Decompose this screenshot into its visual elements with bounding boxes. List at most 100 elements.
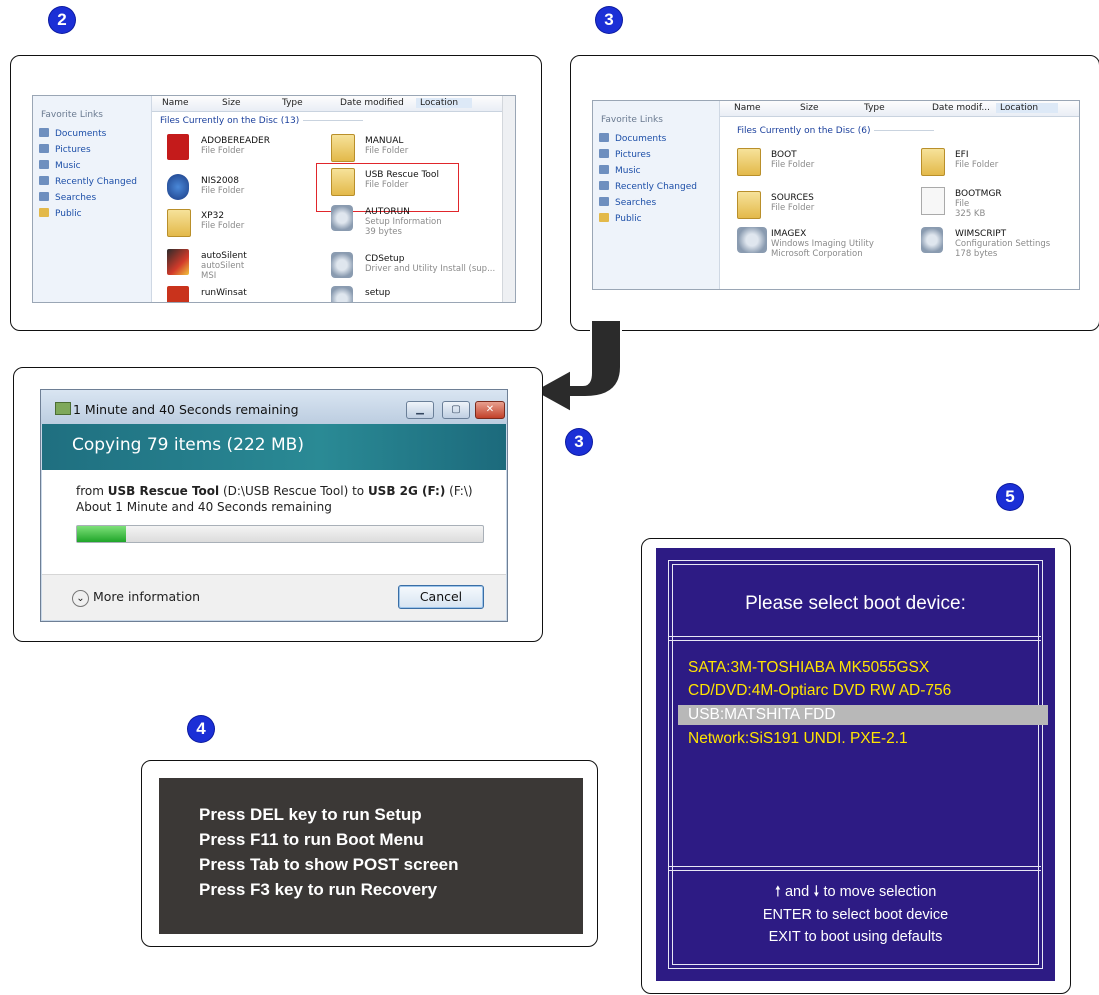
- col-location[interactable]: Location: [996, 103, 1059, 113]
- boot-help-line-3: EXIT to boot using defaults: [768, 929, 943, 945]
- sidebar-link-pictures[interactable]: Pictures: [593, 147, 719, 163]
- favorite-links-heading: Favorite Links: [41, 110, 103, 120]
- m-app-icon: [167, 286, 189, 302]
- step-badge-2: 2: [49, 7, 75, 33]
- post-line: Press F11 to run Boot Menu: [199, 830, 424, 849]
- explorer-sidebar: Favorite Links Documents Pictures Music …: [33, 96, 152, 302]
- folder-icon: [737, 191, 761, 219]
- time-remaining-line: About 1 Minute and 40 Seconds remaining: [76, 500, 332, 514]
- copy-progress-bar: [76, 525, 484, 543]
- step-badge-5: 5: [997, 484, 1023, 510]
- sidebar-link-music[interactable]: Music: [593, 163, 719, 179]
- boot-option-sata[interactable]: SATA:3M-TOSHIABA MK5055GSX: [678, 658, 1048, 678]
- music-icon: [39, 160, 49, 169]
- post-screen: Press DEL key to run Setup Press F11 to …: [159, 778, 583, 934]
- folder-icon: [331, 134, 355, 162]
- col-date-modified[interactable]: Date modif...: [932, 103, 990, 113]
- folder-icon: [921, 148, 945, 176]
- pictures-icon: [599, 149, 609, 158]
- post-line: Press F3 key to run Recovery: [199, 880, 438, 899]
- maximize-button[interactable]: ▢: [442, 401, 470, 419]
- col-name[interactable]: Name: [162, 98, 189, 108]
- documents-icon: [39, 128, 49, 137]
- up-arrow-icon: 🠕: [774, 884, 781, 900]
- config-settings-icon: [921, 227, 943, 253]
- sidebar-link-recently-changed[interactable]: Recently Changed: [593, 179, 719, 195]
- pictures-icon: [39, 144, 49, 153]
- boot-divider-top: [668, 636, 1041, 641]
- file-icon: [921, 187, 945, 215]
- step-badge-3: 3: [596, 7, 622, 33]
- copying-heading: Copying 79 items (222 MB): [72, 435, 304, 455]
- sidebar-link-pictures[interactable]: Pictures: [33, 142, 151, 158]
- step-badge-4: 4: [188, 716, 214, 742]
- post-line: Press DEL key to run Setup: [199, 805, 422, 824]
- documents-icon: [599, 133, 609, 142]
- norton-folder-icon: [167, 174, 189, 200]
- sidebar-link-documents[interactable]: Documents: [33, 126, 151, 142]
- sidebar-link-searches[interactable]: Searches: [33, 190, 151, 206]
- post-line: Press Tab to show POST screen: [199, 855, 459, 874]
- column-header: Name Size Type Date modified Location: [152, 96, 515, 112]
- col-type[interactable]: Type: [864, 103, 885, 113]
- folder-icon: [167, 209, 191, 237]
- col-size[interactable]: Size: [800, 103, 818, 113]
- cancel-button[interactable]: Cancel: [398, 585, 484, 609]
- search-icon: [599, 197, 609, 206]
- chevron-down-icon: ⌄: [72, 590, 89, 607]
- group-header: Files Currently on the Disc (6): [737, 126, 934, 136]
- column-header: Name Size Type Date modif... Location: [720, 101, 1079, 117]
- col-type[interactable]: Type: [282, 98, 303, 108]
- installer-icon: [331, 252, 353, 278]
- boot-menu-screen: Please select boot device: SATA:3M-TOSHI…: [656, 548, 1055, 981]
- close-button[interactable]: ✕: [475, 401, 505, 419]
- copy-progress-dialog: 1 Minute and 40 Seconds remaining ▁ ▢ ✕ …: [40, 389, 508, 622]
- explorer-sidebar: Favorite Links Documents Pictures Music …: [593, 101, 720, 289]
- dialog-title: 1 Minute and 40 Seconds remaining: [73, 402, 299, 417]
- more-information-toggle[interactable]: ⌄ More information: [72, 589, 200, 607]
- col-name[interactable]: Name: [734, 103, 761, 113]
- public-folder-icon: [39, 208, 49, 217]
- sidebar-link-documents[interactable]: Documents: [593, 131, 719, 147]
- pdf-folder-icon: [167, 134, 189, 160]
- progress-fill: [77, 526, 126, 542]
- copy-from-to-line: from USB Rescue Tool (D:\USB Rescue Tool…: [76, 484, 473, 498]
- imaging-utility-icon: [737, 227, 767, 253]
- explorer-window-usb: Favorite Links Documents Pictures Music …: [592, 100, 1080, 290]
- dialog-body: from USB Rescue Tool (D:\USB Rescue Tool…: [42, 470, 506, 574]
- sidebar-link-music[interactable]: Music: [33, 158, 151, 174]
- col-size[interactable]: Size: [222, 98, 240, 108]
- down-arrow-icon: 🠗: [813, 884, 820, 900]
- boot-menu-title: Please select boot device:: [745, 593, 966, 614]
- group-header: Files Currently on the Disc (13): [160, 116, 363, 126]
- vertical-scrollbar[interactable]: [502, 96, 515, 302]
- msi-icon: [167, 249, 189, 275]
- sidebar-link-public[interactable]: Public: [33, 206, 151, 222]
- music-icon: [599, 165, 609, 174]
- setup-info-icon: [331, 205, 353, 231]
- step-badge-3: 3: [566, 429, 592, 455]
- sidebar-link-searches[interactable]: Searches: [593, 195, 719, 211]
- col-date-modified[interactable]: Date modified: [340, 98, 404, 108]
- dialog-titlebar[interactable]: 1 Minute and 40 Seconds remaining ▁ ▢ ✕: [41, 390, 507, 424]
- sidebar-link-public[interactable]: Public: [593, 211, 719, 227]
- boot-option-usb-selected[interactable]: USB:MATSHITA FDD: [678, 705, 1048, 725]
- public-folder-icon: [599, 213, 609, 222]
- col-location[interactable]: Location: [416, 98, 473, 108]
- search-icon: [39, 192, 49, 201]
- boot-option-cd-dvd[interactable]: CD/DVD:4M-Optiarc DVD RW AD-756: [678, 681, 1048, 701]
- copy-icon: [55, 402, 71, 415]
- dialog-header-band: Copying 79 items (222 MB): [42, 424, 506, 470]
- boot-help-line-1: 🠕 and 🠗 to move selection: [774, 884, 937, 900]
- explorer-window-disc: Favorite Links Documents Pictures Music …: [32, 95, 516, 303]
- boot-option-network[interactable]: Network:SiS191 UNDI. PXE-2.1: [678, 729, 1048, 749]
- boot-divider-bottom: [668, 866, 1041, 871]
- sidebar-link-recently-changed[interactable]: Recently Changed: [33, 174, 151, 190]
- favorite-links-heading: Favorite Links: [601, 115, 663, 125]
- minimize-button[interactable]: ▁: [406, 401, 434, 419]
- recent-icon: [39, 176, 49, 185]
- dialog-footer: ⌄ More information Cancel: [42, 574, 506, 620]
- boot-help-line-2: ENTER to select boot device: [762, 907, 949, 923]
- folder-icon: [737, 148, 761, 176]
- recent-icon: [599, 181, 609, 190]
